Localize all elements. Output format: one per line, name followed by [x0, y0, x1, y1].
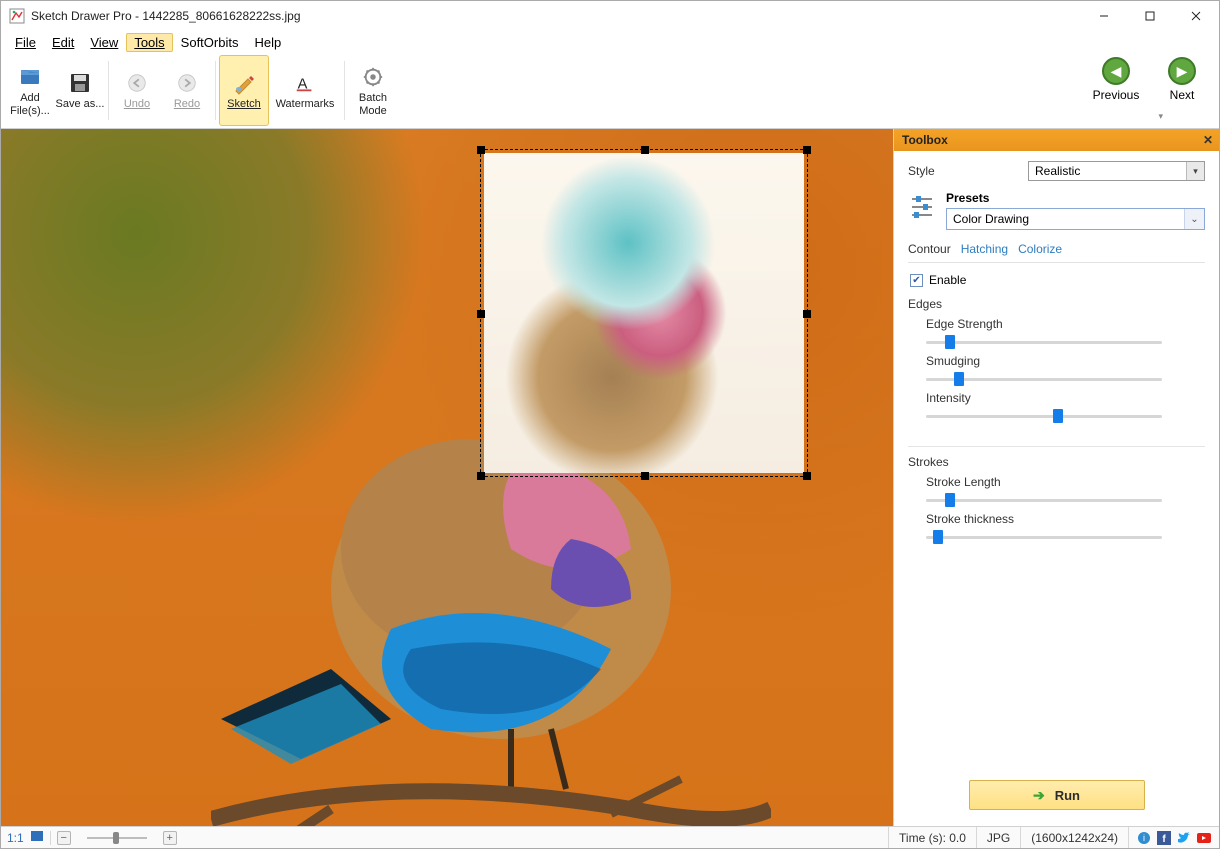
- enable-checkbox[interactable]: ✔: [910, 274, 923, 287]
- close-button[interactable]: [1173, 1, 1219, 31]
- minimize-button[interactable]: [1081, 1, 1127, 31]
- title-bar: Sketch Drawer Pro - 1442285_80661628222s…: [1, 1, 1219, 31]
- next-icon: ▶: [1168, 57, 1196, 85]
- svg-text:i: i: [1143, 833, 1145, 843]
- stroke-thickness-slider[interactable]: [926, 529, 1162, 545]
- style-label: Style: [908, 164, 1028, 178]
- handle-e[interactable]: [803, 310, 811, 318]
- zoom-ratio-label[interactable]: 1:1: [7, 831, 24, 845]
- save-as-button[interactable]: Save as...: [55, 55, 105, 126]
- menu-tools[interactable]: Tools: [126, 33, 172, 52]
- info-icon[interactable]: i: [1137, 831, 1151, 845]
- intensity-label: Intensity: [926, 391, 1205, 405]
- handle-w[interactable]: [477, 310, 485, 318]
- presets-icon: [908, 191, 936, 219]
- undo-icon: [124, 70, 150, 96]
- youtube-icon[interactable]: [1197, 831, 1211, 845]
- watermarks-button[interactable]: A Watermarks: [269, 55, 341, 126]
- chevron-down-icon: ⌄: [1184, 209, 1204, 229]
- handle-ne[interactable]: [803, 146, 811, 154]
- batch-mode-button[interactable]: Batch Mode: [348, 55, 398, 126]
- add-files-icon: [17, 64, 43, 90]
- handle-nw[interactable]: [477, 146, 485, 154]
- intensity-slider[interactable]: [926, 408, 1162, 424]
- selection-box[interactable]: [480, 149, 808, 477]
- handle-n[interactable]: [641, 146, 649, 154]
- stroke-length-label: Stroke Length: [926, 475, 1205, 489]
- chevron-down-icon: ▾: [1186, 162, 1204, 180]
- menu-file[interactable]: File: [7, 33, 44, 52]
- run-icon: ➔: [1033, 787, 1045, 804]
- preset-select[interactable]: Color Drawing ⌄: [946, 208, 1205, 230]
- save-icon: [67, 70, 93, 96]
- canvas-area[interactable]: [1, 129, 893, 826]
- window-title: Sketch Drawer Pro - 1442285_80661628222s…: [31, 9, 1081, 23]
- toolbox-panel: Toolbox ✕ Style Realistic ▾ Presets: [893, 129, 1219, 826]
- enable-label: Enable: [929, 273, 966, 287]
- toolbox-tabs: Contour Hatching Colorize: [908, 238, 1205, 263]
- sketch-button[interactable]: Sketch: [219, 55, 269, 126]
- status-bar: 1:1 − + Time (s): 0.0 JPG (1600x1242x24)…: [1, 826, 1219, 848]
- previous-icon: ◀: [1102, 57, 1130, 85]
- handle-se[interactable]: [803, 472, 811, 480]
- stroke-thickness-label: Stroke thickness: [926, 512, 1205, 526]
- app-icon: [9, 8, 25, 24]
- zoom-out-button[interactable]: −: [57, 831, 71, 845]
- menu-softorbits[interactable]: SoftOrbits: [173, 33, 247, 52]
- toolbox-header: Toolbox ✕: [894, 129, 1219, 151]
- toolbar: Add File(s)... Save as... Undo Redo Sket…: [1, 53, 1219, 129]
- tab-hatching[interactable]: Hatching: [961, 242, 1008, 256]
- redo-button[interactable]: Redo: [162, 55, 212, 126]
- style-select[interactable]: Realistic ▾: [1028, 161, 1205, 181]
- sketch-icon: [231, 70, 257, 96]
- facebook-icon[interactable]: f: [1157, 831, 1171, 845]
- handle-sw[interactable]: [477, 472, 485, 480]
- zoom-in-button[interactable]: +: [163, 831, 177, 845]
- status-format: JPG: [976, 827, 1020, 848]
- next-button[interactable]: ▶ Next: [1153, 57, 1211, 102]
- stroke-length-slider[interactable]: [926, 492, 1162, 508]
- menu-bar: File Edit View Tools SoftOrbits Help: [1, 31, 1219, 53]
- presets-label: Presets: [946, 191, 1205, 205]
- smudging-slider[interactable]: [926, 371, 1162, 387]
- edges-group-label: Edges: [908, 297, 1205, 311]
- maximize-button[interactable]: [1127, 1, 1173, 31]
- tab-contour[interactable]: Contour: [908, 242, 951, 256]
- toolbox-close-icon[interactable]: ✕: [1203, 133, 1213, 147]
- fit-screen-icon[interactable]: [30, 830, 44, 845]
- watermarks-icon: A: [292, 70, 318, 96]
- toolbar-overflow-icon[interactable]: ▾: [1158, 111, 1163, 122]
- strokes-group-label: Strokes: [908, 455, 1205, 469]
- batch-icon: [360, 64, 386, 90]
- edge-strength-slider[interactable]: [926, 334, 1162, 350]
- tab-colorize[interactable]: Colorize: [1018, 242, 1062, 256]
- redo-icon: [174, 70, 200, 96]
- twitter-icon[interactable]: [1177, 831, 1191, 845]
- edge-strength-label: Edge Strength: [926, 317, 1205, 331]
- status-time: Time (s): 0.0: [888, 827, 976, 848]
- menu-view[interactable]: View: [82, 33, 126, 52]
- menu-help[interactable]: Help: [246, 33, 289, 52]
- previous-button[interactable]: ◀ Previous: [1087, 57, 1145, 102]
- menu-edit[interactable]: Edit: [44, 33, 82, 52]
- zoom-slider[interactable]: [77, 832, 157, 844]
- add-files-button[interactable]: Add File(s)...: [5, 55, 55, 126]
- status-dimensions: (1600x1242x24): [1020, 827, 1128, 848]
- run-button[interactable]: ➔ Run: [969, 780, 1145, 810]
- undo-button[interactable]: Undo: [112, 55, 162, 126]
- handle-s[interactable]: [641, 472, 649, 480]
- smudging-label: Smudging: [926, 354, 1205, 368]
